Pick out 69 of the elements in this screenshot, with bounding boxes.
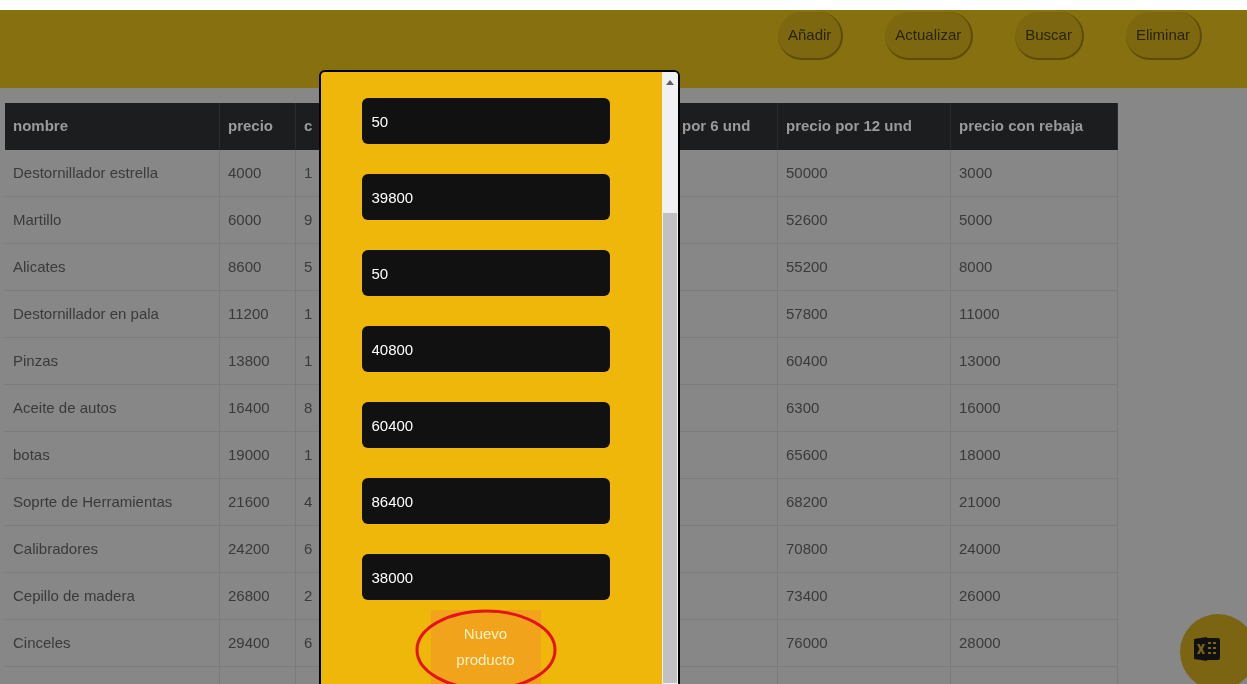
table-cell-text: 11200 xyxy=(228,303,269,324)
table-cell-text: 4000 xyxy=(228,162,262,183)
table-cell-text: Martillo xyxy=(13,209,62,230)
table-cell-text: Cepillo de madera xyxy=(13,585,135,606)
table-cell-text: 8 xyxy=(304,397,313,418)
table-cell-text: Destornillador estrella xyxy=(13,162,159,183)
table-cell-text: Aceite de autos xyxy=(13,397,117,418)
input-field[interactable]: 50 xyxy=(361,98,610,144)
table-cell-text: 13000 xyxy=(959,350,1001,371)
table-cell-text: 11000 xyxy=(959,303,1000,324)
input-field[interactable]: 40800 xyxy=(361,326,610,372)
table-cell-text: 1 xyxy=(304,444,313,465)
table-cell-text: 13800 xyxy=(228,350,270,371)
table-cell-text: 19000 xyxy=(228,444,270,465)
table-cell-text: 5000 xyxy=(959,209,993,230)
input-field[interactable]: 39800 xyxy=(361,174,610,220)
table-cell-text: 9 xyxy=(304,209,313,230)
input-field[interactable]: 86400 xyxy=(361,478,610,524)
table-cell-text: 6300 xyxy=(786,397,820,418)
table-cell-text: 68200 xyxy=(786,491,828,512)
table-cell-text: 21000 xyxy=(959,491,1001,512)
table-cell-text: Pinzas xyxy=(13,350,59,371)
table-cell-text: 4 xyxy=(304,491,313,512)
table-cell-text: Cinceles xyxy=(13,632,71,653)
table-cell-text: 6000 xyxy=(228,209,262,230)
column-header: precio con rebaja xyxy=(951,103,1118,150)
table-cell-text: 26800 xyxy=(228,585,270,606)
table-cell-text: 55200 xyxy=(786,256,828,277)
table-cell-text: 6 xyxy=(304,632,313,653)
scrollbar[interactable] xyxy=(662,72,678,684)
table-cell-text: Soprte de Herramientas xyxy=(13,491,173,512)
table-cell-text: 8000 xyxy=(959,256,993,277)
table-cell-text: 3000 xyxy=(959,162,993,183)
table-cell-text: 76000 xyxy=(786,632,828,653)
table-cell-text: 24200 xyxy=(228,538,270,559)
table-cell-text: Destornillador en pala xyxy=(13,303,159,324)
table-cell-text: 1 xyxy=(304,162,313,183)
table-cell-text: 28000 xyxy=(959,632,1001,653)
scroll-up-icon[interactable] xyxy=(666,79,674,85)
column-header: precio por 12 und xyxy=(778,103,951,150)
table-cell-text: 1 xyxy=(304,303,313,324)
input-field[interactable]: 50 xyxy=(361,250,610,296)
table-cell-text: Calibradores xyxy=(13,538,99,559)
table-cell-text: 8600 xyxy=(228,256,262,277)
table-cell-text: 24000 xyxy=(959,538,1001,559)
table-cell-text: 2 xyxy=(304,585,313,606)
table-cell-text: 57800 xyxy=(786,303,828,324)
table-cell-text: 26000 xyxy=(959,585,1001,606)
table-cell-text: 6 xyxy=(304,538,313,559)
column-header: precio xyxy=(220,103,296,150)
table-cell-text: 18000 xyxy=(959,444,1001,465)
column-header: nombre xyxy=(5,103,220,150)
table-cell-text: 16000 xyxy=(959,397,1001,418)
table-cell-text: 73400 xyxy=(786,585,828,606)
table-cell-text: 1 xyxy=(304,350,313,371)
table-cell-text: 16400 xyxy=(228,397,270,418)
input-field[interactable]: 60400 xyxy=(361,402,610,448)
table-cell-text: 52600 xyxy=(786,209,828,230)
table-cell-text: 21600 xyxy=(228,491,270,512)
table-cell-text: Alicates xyxy=(13,256,66,277)
table-cell-text: 70800 xyxy=(786,538,828,559)
input-field[interactable]: 38000 xyxy=(361,554,610,600)
table-cell-text: 65600 xyxy=(786,444,828,465)
table-cell-text: 50000 xyxy=(786,162,828,183)
table-cell-text: 60400 xyxy=(786,350,828,371)
spreadsheet-icon xyxy=(1192,634,1222,664)
table-cell-text: 5 xyxy=(304,256,313,277)
table-cell-text: 29400 xyxy=(228,632,270,653)
table-cell-text: botas xyxy=(13,444,50,465)
